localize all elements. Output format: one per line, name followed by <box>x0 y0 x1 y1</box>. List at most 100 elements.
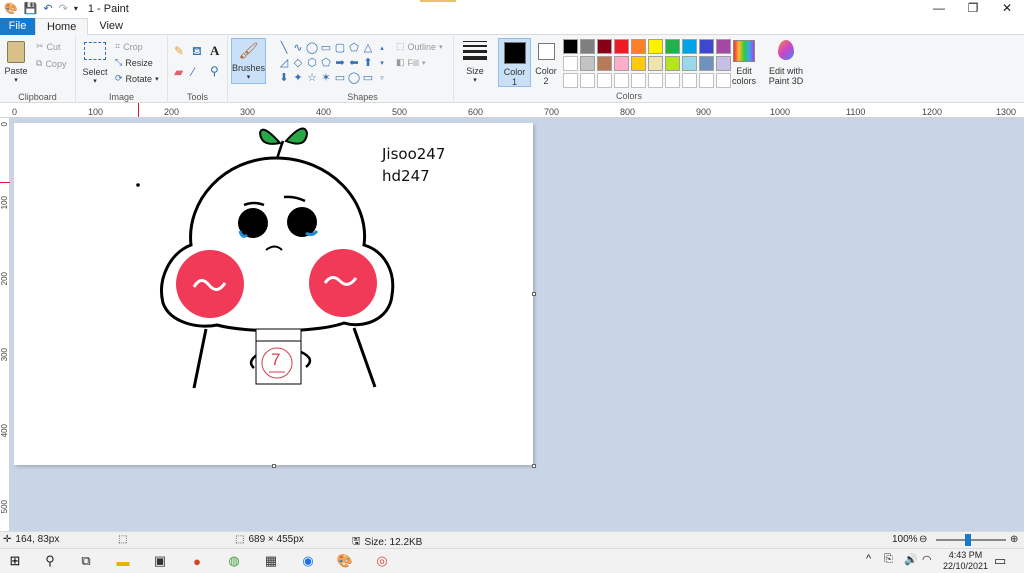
shape-five-point-star[interactable]: ☆ <box>305 71 319 86</box>
tray-chevron-icon[interactable]: ^ <box>866 553 871 565</box>
brushes-button[interactable]: 🖌 Brushes ▾ <box>231 38 266 84</box>
shape-right-arrow[interactable]: ➡ <box>333 56 347 71</box>
shape-up-arrow[interactable]: ⬆ <box>361 56 375 71</box>
shape-callout-oval[interactable]: ◯ <box>347 71 361 86</box>
volume-icon[interactable]: 🔊 <box>904 553 918 566</box>
edit-colors-button[interactable]: Edit colors <box>728 40 760 86</box>
shape-line[interactable]: ╲ <box>277 41 291 56</box>
color-swatch[interactable] <box>665 73 680 88</box>
green-app-button[interactable]: ◍ <box>225 552 243 570</box>
shape-down-arrow[interactable]: ⬇ <box>277 71 291 86</box>
zoom-in-button[interactable]: ⊕ <box>1010 534 1018 545</box>
tab-home[interactable]: Home <box>35 18 89 36</box>
color-swatch[interactable] <box>631 39 646 54</box>
shape-rounded-rectangle[interactable]: ▢ <box>333 41 347 56</box>
shapes-expand-icon[interactable]: ▿ <box>375 71 389 86</box>
edit-with-paint3d-button[interactable]: Edit with Paint 3D <box>764 40 808 86</box>
color-swatch[interactable] <box>648 73 663 88</box>
color-swatch[interactable] <box>597 39 612 54</box>
paste-button[interactable]: Paste ▾ <box>4 41 28 84</box>
tab-file[interactable]: File <box>0 18 35 35</box>
color-swatch[interactable] <box>699 73 714 88</box>
shape-hexagon[interactable]: ⬡ <box>305 56 319 71</box>
color-swatch[interactable] <box>631 73 646 88</box>
magnifier-icon[interactable]: ⚲ <box>210 64 219 78</box>
shape-pentagon[interactable]: ⬠ <box>319 56 333 71</box>
color2-button[interactable]: Color 2 <box>533 38 559 86</box>
shape-callout-rect[interactable]: ▭ <box>333 71 347 86</box>
calculator-button[interactable]: ▦ <box>262 552 280 570</box>
color-swatch[interactable] <box>665 39 680 54</box>
zoom-out-button[interactable]: ⊖ <box>919 534 927 545</box>
eraser-icon[interactable]: ▰ <box>174 65 183 79</box>
color-swatch[interactable] <box>597 73 612 88</box>
task-view-button[interactable]: ⧉ <box>77 552 95 570</box>
search-button[interactable]: ⚲ <box>41 552 59 570</box>
resize-handle-corner[interactable] <box>532 464 536 468</box>
color-swatch[interactable] <box>580 73 595 88</box>
color-swatch[interactable] <box>580 56 595 71</box>
customize-dropdown-icon[interactable]: ▾ <box>74 3 78 15</box>
color-swatch[interactable] <box>563 73 578 88</box>
network-plug-icon[interactable]: ⎘ <box>884 553 893 566</box>
shapes-gallery[interactable]: ╲ ∿ ◯ ▭ ▢ ⬠ △ ▴ ◿ ◇ ⬡ ⬠ ➡ ⬅ ⬆ ▾ ⬇ ✦ ☆ ✶ … <box>277 41 391 86</box>
color-swatch[interactable] <box>563 56 578 71</box>
shape-left-arrow[interactable]: ⬅ <box>347 56 361 71</box>
color-swatch[interactable] <box>563 39 578 54</box>
drawing-canvas[interactable]: Jisoo247 hd247 7 <box>14 123 533 465</box>
resize-handle-right[interactable] <box>532 292 536 296</box>
color-picker-icon[interactable]: ⁄ <box>192 65 194 79</box>
shape-triangle[interactable]: △ <box>361 41 375 56</box>
outline-button[interactable]: ⬚ Outline ▾ <box>396 41 443 52</box>
select-button[interactable]: Select ▾ <box>82 42 108 85</box>
color-swatch[interactable] <box>631 56 646 71</box>
fill-button[interactable]: ◧ Fill ▾ <box>396 57 426 68</box>
resize-button[interactable]: ⤡ Resize <box>115 57 153 68</box>
cut-button[interactable]: ✂ Cut <box>36 41 61 52</box>
tab-view[interactable]: View <box>88 18 134 35</box>
text-tool-icon[interactable]: A <box>210 43 219 59</box>
color-swatch[interactable] <box>614 73 629 88</box>
resize-handle-bottom[interactable] <box>272 464 276 468</box>
color-swatch[interactable] <box>597 56 612 71</box>
paint-taskbar-button[interactable]: 🎨 <box>336 552 354 570</box>
color-swatch[interactable] <box>699 56 714 71</box>
rotate-button[interactable]: ⟳ Rotate ▾ <box>115 73 159 84</box>
color-swatch[interactable] <box>682 73 697 88</box>
shape-right-triangle[interactable]: ◿ <box>277 56 291 71</box>
color1-button[interactable]: Color 1 <box>498 38 531 87</box>
color-swatch[interactable] <box>665 56 680 71</box>
undo-icon[interactable]: ↶ <box>43 3 52 15</box>
shapes-scroll-down-icon[interactable]: ▾ <box>375 56 389 71</box>
color-swatch[interactable] <box>580 39 595 54</box>
color-swatch[interactable] <box>699 39 714 54</box>
start-button[interactable]: ⊞ <box>6 552 24 570</box>
blue-app-button[interactable]: ◉ <box>299 552 317 570</box>
maximize-button[interactable]: ❐ <box>956 0 990 16</box>
redo-icon[interactable]: ↷ <box>59 3 68 15</box>
shape-callout-cloud[interactable]: ▭ <box>361 71 375 86</box>
shape-rectangle[interactable]: ▭ <box>319 41 333 56</box>
shape-six-point-star[interactable]: ✶ <box>319 71 333 86</box>
shape-polygon[interactable]: ⬠ <box>347 41 361 56</box>
wifi-icon[interactable]: ◠ <box>922 553 932 566</box>
size-button[interactable]: Size ▾ <box>460 41 490 84</box>
zoom-slider-thumb[interactable] <box>965 534 971 546</box>
color-swatch[interactable] <box>614 39 629 54</box>
shapes-scroll-up-icon[interactable]: ▴ <box>375 41 389 56</box>
powerpoint-button[interactable]: ● <box>188 552 206 570</box>
copy-button[interactable]: ⧉ Copy <box>36 58 66 69</box>
zoom-slider[interactable] <box>936 539 1006 541</box>
close-button[interactable]: ✕ <box>990 0 1024 16</box>
store-button[interactable]: ▣ <box>151 552 169 570</box>
color-swatch[interactable] <box>682 39 697 54</box>
shape-four-point-star[interactable]: ✦ <box>291 71 305 86</box>
color-swatch[interactable] <box>648 39 663 54</box>
color-swatch[interactable] <box>648 56 663 71</box>
minimize-button[interactable]: — <box>922 0 956 16</box>
chrome-button[interactable]: ◎ <box>373 552 391 570</box>
shape-curve[interactable]: ∿ <box>291 41 305 56</box>
clock[interactable]: 4:43 PM 22/10/2021 <box>943 550 988 572</box>
color-swatch[interactable] <box>682 56 697 71</box>
fill-bucket-icon[interactable]: ⛾ <box>192 44 202 60</box>
